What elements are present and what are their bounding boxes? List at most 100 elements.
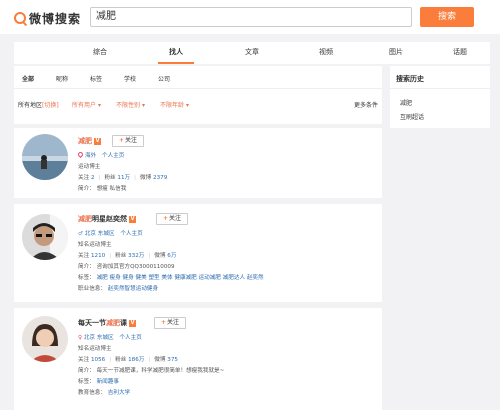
search-history-title: 搜索历史 (396, 75, 424, 83)
follow-label: 关注 (167, 319, 180, 326)
user-type-label: 所有用户 (72, 102, 97, 109)
follows-count[interactable]: 1210 (91, 253, 105, 259)
weibo-label: 微博 (154, 357, 166, 363)
plus-icon: + (160, 319, 166, 326)
user-result-card: 每天一节减肥课 V +关注 ♀ 北京 东城区 个人主页 知名运动博主 关注 105… (14, 308, 382, 410)
tags-label: 标签： (78, 275, 95, 281)
stats-line: 关注 1210 | 粉丝 332万 | 微博 6万 (78, 253, 177, 259)
verified-v-icon: V (94, 138, 101, 145)
bio-text: 想瘦 私信我 (96, 186, 127, 192)
filter-nickname[interactable]: 昵称 (56, 74, 68, 83)
user-name-link[interactable]: 减肥 V (78, 136, 101, 146)
filter-panel: 全部 昵称 标签 学校 公司 所有地区[切换] 所有用户 ▾ 不限性别 ▾ 不限… (14, 66, 382, 124)
gender-female-icon: ♀ (78, 335, 83, 341)
location-line: ♀ 北京 东城区 个人主页 (78, 333, 142, 341)
bio-line: 简介： 每天一节减肥课，科学减肥很简单！想瘦我我就是~ (78, 366, 224, 374)
more-conditions-link[interactable]: 更多条件 (354, 100, 378, 109)
age-label: 不限年龄 (160, 102, 185, 109)
avatar[interactable] (22, 316, 68, 362)
search-input[interactable]: 减肥 (90, 7, 412, 27)
job-text[interactable]: 赵奕然智慧运动健身 (108, 286, 158, 292)
fans-label: 粉丝 (104, 175, 116, 181)
divider (14, 88, 382, 89)
user-name-link[interactable]: 每天一节减肥课 V (78, 318, 136, 328)
fans-count[interactable]: 186万 (128, 357, 144, 363)
follow-button[interactable]: +关注 (112, 135, 144, 147)
fans-label: 粉丝 (115, 357, 127, 363)
education-text[interactable]: 吉利大学 (108, 390, 130, 396)
tags-text[interactable]: 新闻趣事 (97, 379, 119, 385)
age-dropdown[interactable]: 不限年龄 ▾ (160, 100, 189, 109)
history-item[interactable]: 减肥 (400, 98, 412, 107)
tab-comprehensive[interactable]: 综合 (82, 42, 118, 64)
stats-line: 关注 2 | 粉丝 11万 | 微博 2379 (78, 175, 168, 181)
follows-label: 关注 (78, 175, 90, 181)
weibo-label: 微博 (140, 175, 152, 181)
search-button[interactable]: 搜索 (420, 7, 474, 27)
bio-label: 简介： (78, 264, 95, 270)
caret-down-icon: ▾ (185, 102, 189, 109)
filter-all[interactable]: 全部 (22, 74, 34, 83)
stats-line: 关注 1056 | 粉丝 186万 | 微博 375 (78, 357, 178, 363)
home-page-link[interactable]: 个人主页 (120, 231, 142, 237)
user-name-link[interactable]: 减肥明星赵奕然 V (78, 214, 136, 224)
fans-count[interactable]: 11万 (117, 175, 130, 181)
weibo-count[interactable]: 6万 (167, 253, 176, 259)
bio-label: 简介： (78, 186, 95, 192)
filter-school[interactable]: 学校 (124, 74, 136, 83)
job-line: 职业信息： 赵奕然智慧运动健身 (78, 284, 158, 292)
follows-count[interactable]: 1056 (91, 357, 105, 363)
region-switch-link[interactable]: [切换] (42, 102, 59, 109)
name-highlight: 减肥 (106, 319, 120, 327)
user-description: 知名运动博主 (78, 242, 112, 248)
weibo-count[interactable]: 2379 (153, 175, 167, 181)
weibo-count[interactable]: 375 (167, 357, 178, 363)
user-description: 知名运动博主 (78, 346, 112, 352)
tags-text[interactable]: 减肥 瘦身 健身 健美 塑型 美体 健康减肥 运动减肥 减肥达人 赵奕然 (97, 275, 264, 281)
bio-line: 简介： 想瘦 私信我 (78, 184, 126, 192)
follow-button[interactable]: +关注 (156, 213, 188, 225)
filter-company[interactable]: 公司 (158, 74, 170, 83)
avatar[interactable] (22, 134, 68, 180)
name-highlight: 减肥 (78, 215, 92, 223)
top-header: 微博搜索 减肥 搜索 (0, 0, 500, 34)
name-rest: 课 (120, 319, 127, 327)
verified-v-icon: V (129, 320, 136, 327)
follows-label: 关注 (78, 357, 90, 363)
user-result-card: 减肥明星赵奕然 V +关注 ♂ 北京 东城区 个人主页 知名运动博主 关注 121… (14, 204, 382, 302)
home-page-link[interactable]: 个人主页 (119, 335, 141, 341)
tab-images[interactable]: 图片 (378, 42, 414, 64)
tab-videos[interactable]: 视频 (308, 42, 344, 64)
bio-line: 简介： 咨询加其官方QQ3000110009 (78, 262, 175, 270)
home-page-link[interactable]: 个人主页 (102, 153, 124, 159)
filter-tags[interactable]: 标签 (90, 74, 102, 83)
avatar[interactable] (22, 214, 68, 260)
tags-line: 标签： 减肥 瘦身 健身 健美 塑型 美体 健康减肥 运动减肥 减肥达人 赵奕然 (78, 273, 264, 281)
tab-articles[interactable]: 文章 (234, 42, 270, 64)
search-history-panel: 搜索历史 减肥 互刷超话 (390, 66, 490, 128)
plus-icon: + (162, 215, 168, 222)
follows-count[interactable]: 2 (91, 175, 95, 181)
tab-topics[interactable]: 话题 (442, 42, 478, 64)
bio-label: 简介： (78, 368, 95, 374)
user-type-dropdown[interactable]: 所有用户 ▾ (72, 100, 101, 109)
follow-label: 关注 (169, 215, 182, 222)
region-filter[interactable]: 所有地区[切换] (18, 100, 59, 109)
weibo-search-logo[interactable]: 微博搜索 (14, 8, 81, 28)
region-label: 所有地区 (18, 102, 43, 109)
follow-button[interactable]: +关注 (154, 317, 186, 329)
location-line: 海外 个人主页 (76, 150, 124, 159)
education-label: 教育信息： (78, 390, 106, 396)
tags-label: 标签： (78, 379, 95, 385)
gender-dropdown[interactable]: 不限性别 ▾ (116, 100, 145, 109)
follow-label: 关注 (125, 137, 138, 144)
search-logo-icon (14, 12, 26, 24)
fans-label: 粉丝 (115, 253, 127, 259)
tab-people[interactable]: 找人 (158, 42, 194, 64)
location-pin-icon (76, 150, 85, 159)
caret-down-icon: ▾ (97, 102, 101, 109)
divider (390, 88, 490, 89)
history-item[interactable]: 互刷超话 (400, 112, 424, 121)
fans-count[interactable]: 332万 (128, 253, 144, 259)
tags-line: 标签： 新闻趣事 (78, 377, 119, 385)
